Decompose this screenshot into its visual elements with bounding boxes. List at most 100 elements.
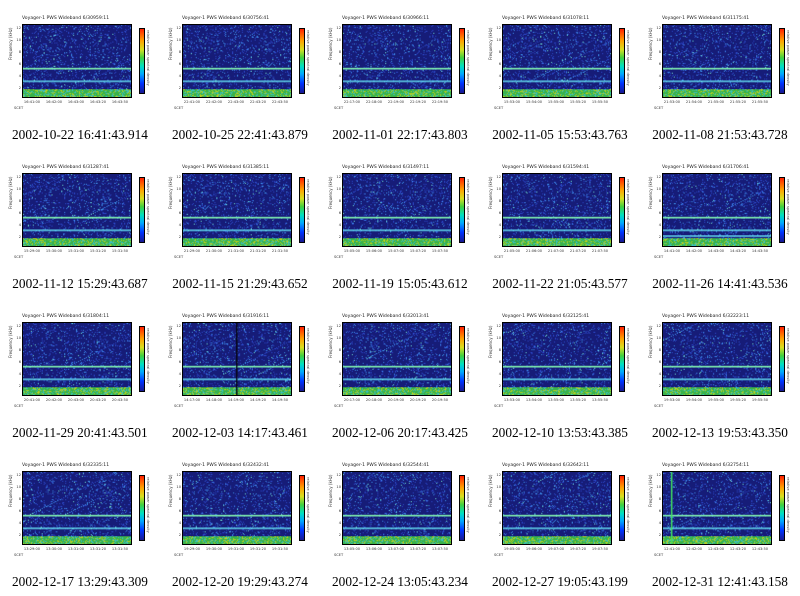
spectrogram-plot[interactable] xyxy=(342,322,452,396)
spectrogram-plot[interactable] xyxy=(22,322,132,396)
x-tick-label: 15:54:00 xyxy=(525,100,543,104)
colorbar-label: relative power spectral density xyxy=(146,179,150,235)
spectrogram-plot[interactable] xyxy=(662,173,772,247)
spectrogram-canvas xyxy=(663,174,771,246)
chart-panel[interactable]: Voyager-1 PWS Wideband 6/30959:11 Frequen… xyxy=(0,0,160,149)
chart-panel[interactable]: Voyager-1 PWS Wideband 6/32642:11 Frequen… xyxy=(480,447,640,596)
x-tick-label: 20:17:00 xyxy=(343,398,361,402)
y-tick-label: 4 xyxy=(658,74,661,78)
x-tick-label: 13:55:50 xyxy=(591,398,609,402)
chart-panel[interactable]: Voyager-1 PWS Wideband 6/31916:11 Frequen… xyxy=(160,298,320,447)
chart-panel[interactable]: Voyager-1 PWS Wideband 6/31594:41 Frequen… xyxy=(480,149,640,298)
chart-panel[interactable]: Voyager-1 PWS Wideband 6/31706:41 Frequen… xyxy=(640,149,800,298)
panel-title: Voyager-1 PWS Wideband 6/30959:11 xyxy=(22,16,110,21)
x-tick-label: 21:07:00 xyxy=(547,249,565,253)
y-tick-label: 12 xyxy=(176,175,181,179)
chart-panel[interactable]: Voyager-1 PWS Wideband 6/32013:41 Frequen… xyxy=(320,298,480,447)
spectrogram-plot[interactable] xyxy=(22,471,132,545)
panel-title: Voyager-1 PWS Wideband 6/30756:41 xyxy=(182,16,270,21)
x-tick-label: 22:43:20 xyxy=(249,100,267,104)
colorbar xyxy=(779,177,785,243)
y-tick-label: 4 xyxy=(658,223,661,227)
chart-panel[interactable]: Voyager-1 PWS Wideband 6/32335:11 Frequen… xyxy=(0,447,160,596)
x-tick-label: 16:42:00 xyxy=(45,100,63,104)
y-tick-label: 8 xyxy=(338,199,341,203)
x-tick-label: 21:06:00 xyxy=(525,249,543,253)
chart-panel[interactable]: Voyager-1 PWS Wideband 6/32544:41 Frequen… xyxy=(320,447,480,596)
y-tick-label: 6 xyxy=(178,509,181,513)
x-ticks: 13:29:00 13:30:00 13:31:00 13:31:20 13:31:50 xyxy=(22,547,132,552)
y-tick-label: 2 xyxy=(658,384,661,388)
chart-panel[interactable]: Voyager-1 PWS Wideband 6/32754:11 Frequen… xyxy=(640,447,800,596)
y-tick-label: 2 xyxy=(18,533,21,537)
y-tick-label: 4 xyxy=(658,372,661,376)
spectrogram-plot[interactable] xyxy=(182,173,292,247)
chart-panel[interactable]: Voyager-1 PWS Wideband 6/32125:41 Frequen… xyxy=(480,298,640,447)
spectrogram-canvas xyxy=(663,472,771,544)
spectrogram-canvas xyxy=(343,323,451,395)
chart-panel[interactable]: Voyager-1 PWS Wideband 6/30756:41 Frequen… xyxy=(160,0,320,149)
y-tick-label: 6 xyxy=(18,62,21,66)
y-tick-label: 10 xyxy=(336,336,341,340)
spectrogram-plot[interactable] xyxy=(662,24,772,98)
x-tick-label: 19:30:00 xyxy=(205,547,223,551)
spectrogram-plot[interactable] xyxy=(662,322,772,396)
spectrogram-plot[interactable] xyxy=(182,471,292,545)
y-tick-label: 10 xyxy=(656,187,661,191)
chart-panel[interactable]: Voyager-1 PWS Wideband 6/31287:41 Frequen… xyxy=(0,149,160,298)
x-ticks: 12:41:00 12:42:00 12:43:00 12:43:20 12:43:50 xyxy=(662,547,772,552)
spectrogram-plot[interactable] xyxy=(22,24,132,98)
y-tick-label: 4 xyxy=(18,223,21,227)
chart-panel[interactable]: Voyager-1 PWS Wideband 6/31385:11 Frequen… xyxy=(160,149,320,298)
spectrogram-plot[interactable] xyxy=(22,173,132,247)
spectrogram-plot[interactable] xyxy=(662,471,772,545)
chart-panel[interactable]: Voyager-1 PWS Wideband 6/32223:11 Frequen… xyxy=(640,298,800,447)
y-tick-label: 6 xyxy=(338,509,341,513)
y-tick-label: 2 xyxy=(658,86,661,90)
spectrogram-plot[interactable] xyxy=(342,24,452,98)
y-tick-label: 8 xyxy=(658,348,661,352)
y-tick-label: 2 xyxy=(498,384,501,388)
x-tick-label: 19:07:00 xyxy=(547,547,565,551)
spectrogram-plot[interactable] xyxy=(502,471,612,545)
panel-title: Voyager-1 PWS Wideband 6/31175:41 xyxy=(662,16,750,21)
scet-label: SCET xyxy=(494,404,504,408)
colorbar-label: relative power spectral density xyxy=(466,179,470,235)
x-tick-label: 13:31:00 xyxy=(67,547,85,551)
x-ticks: 21:29:00 21:30:00 21:31:00 21:31:20 21:31:50 xyxy=(182,249,292,254)
spectrogram-plot[interactable] xyxy=(182,24,292,98)
chart-panel[interactable]: Voyager-1 PWS Wideband 6/31175:41 Frequen… xyxy=(640,0,800,149)
x-tick-label: 13:05:00 xyxy=(343,547,361,551)
scet-label: SCET xyxy=(14,106,24,110)
y-tick-label: 2 xyxy=(178,533,181,537)
x-tick-label: 21:30:00 xyxy=(205,249,223,253)
chart-panel[interactable]: Voyager-1 PWS Wideband 6/32432:41 Frequen… xyxy=(160,447,320,596)
x-ticks: 19:29:00 19:30:00 19:31:00 19:31:20 19:31:50 xyxy=(182,547,292,552)
y-ticks: 12 10 8 6 4 2 xyxy=(14,322,21,396)
chart-panel[interactable]: Voyager-1 PWS Wideband 6/31497:11 Frequen… xyxy=(320,149,480,298)
spectrogram-plot[interactable] xyxy=(502,24,612,98)
spectrogram-plot[interactable] xyxy=(182,322,292,396)
x-ticks: 19:05:00 19:06:00 19:07:00 19:07:20 19:07:50 xyxy=(502,547,612,552)
chart-panel[interactable]: Voyager-1 PWS Wideband 6/30966:11 Frequen… xyxy=(320,0,480,149)
x-tick-label: 19:55:50 xyxy=(751,398,769,402)
y-tick-label: 6 xyxy=(178,360,181,364)
panel-caption: 2002-12-13 19:53:43.350 xyxy=(652,425,788,440)
colorbar-label: relative power spectral density xyxy=(466,328,470,384)
x-tick-label: 12:41:00 xyxy=(663,547,681,551)
y-tick-label: 2 xyxy=(338,533,341,537)
x-tick-label: 16:43:00 xyxy=(67,100,85,104)
colorbar xyxy=(139,475,145,541)
spectrogram-plot[interactable] xyxy=(342,471,452,545)
y-axis-label: Frequency (kHz) xyxy=(488,474,493,507)
chart-panel[interactable]: Voyager-1 PWS Wideband 6/31804:11 Frequen… xyxy=(0,298,160,447)
spectrogram-plot[interactable] xyxy=(342,173,452,247)
y-axis-label: Frequency (kHz) xyxy=(8,474,13,507)
y-tick-label: 2 xyxy=(498,86,501,90)
spectrogram-plot[interactable] xyxy=(502,322,612,396)
y-tick-label: 12 xyxy=(176,26,181,30)
chart-panel[interactable]: Voyager-1 PWS Wideband 6/31078:11 Frequen… xyxy=(480,0,640,149)
colorbar-label: relative power spectral density xyxy=(626,328,630,384)
spectrogram-plot[interactable] xyxy=(502,173,612,247)
scet-label: SCET xyxy=(174,404,184,408)
